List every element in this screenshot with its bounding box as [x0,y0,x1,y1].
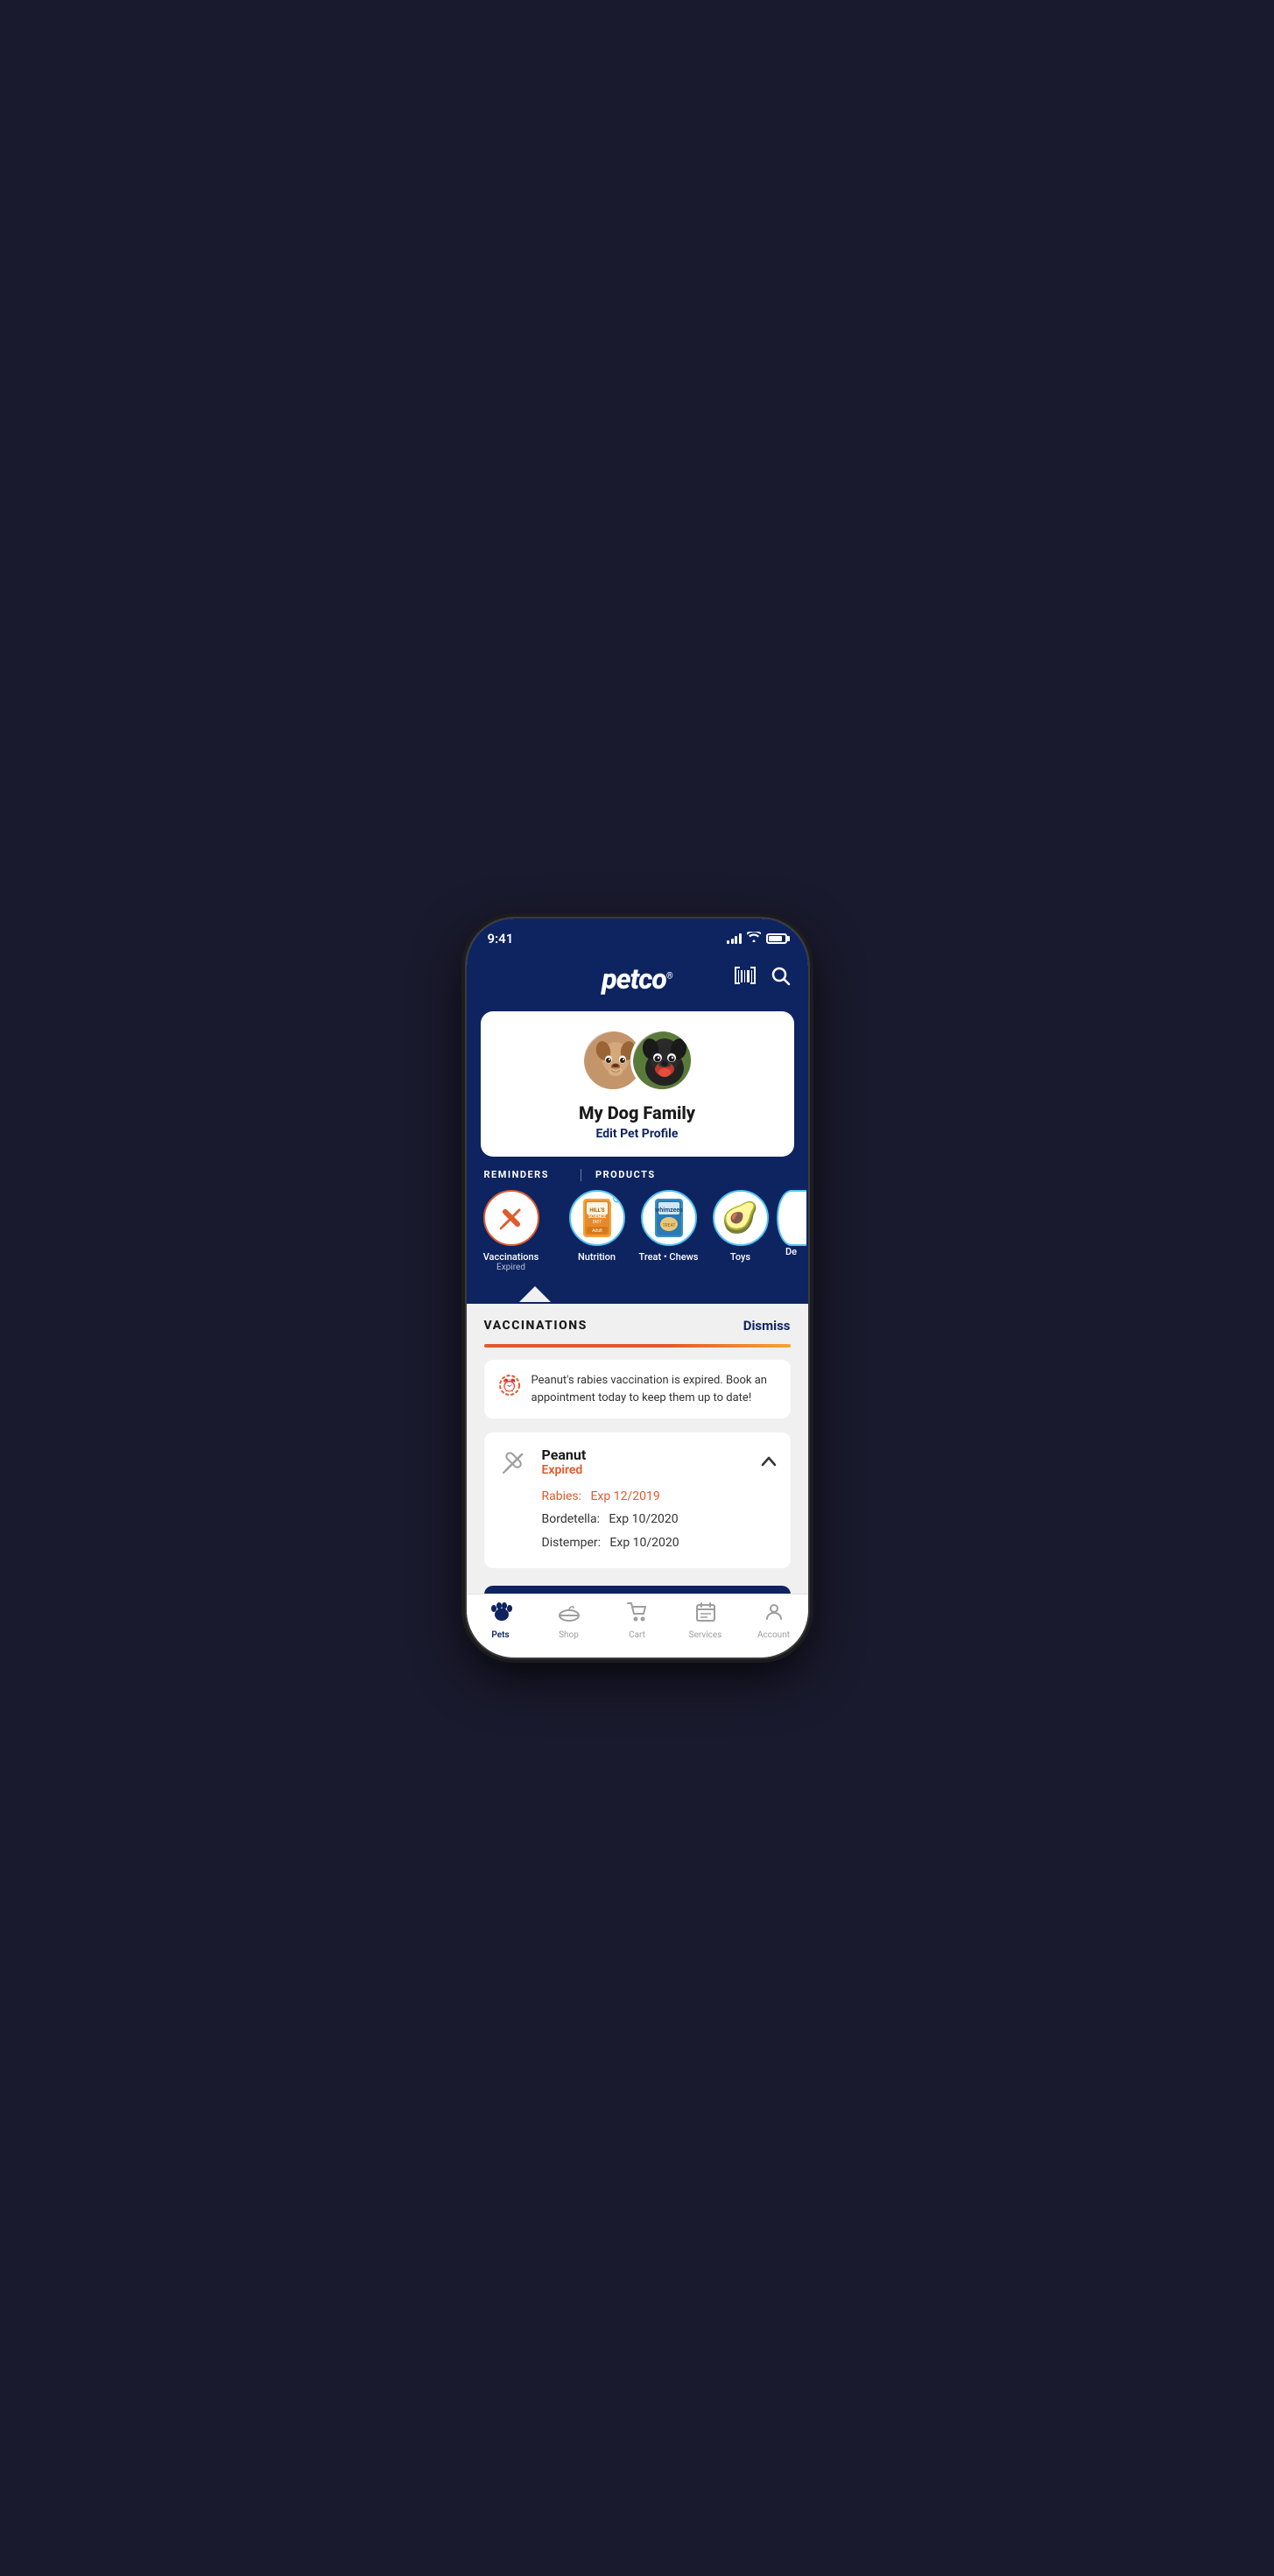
vaccine-status: Expired [542,1463,750,1477]
vaccinations-sublabel: Expired [496,1263,525,1272]
reminders-label: REMINDERS [484,1169,550,1181]
product-item-vaccinations[interactable]: Vaccinations Expired [475,1190,547,1272]
nav-label-cart: Cart [629,1630,645,1640]
nav-label-account: Account [757,1630,790,1640]
nutrition-label: Nutrition [578,1251,616,1263]
nav-item-services[interactable]: Services [679,1601,732,1640]
vaccine-pet-name: Peanut [542,1446,750,1463]
product-item-toys[interactable]: 🥑 Toys [705,1190,777,1272]
phone-screen: 9:41 petco® [467,918,808,1658]
vaccine-item-rabies: Rabies: Exp 12/2019 [542,1487,777,1506]
products-label: PRODUCTS [595,1169,656,1181]
partial-product-circle [777,1190,806,1246]
svg-text:DIET: DIET [592,1220,602,1225]
toys-circle[interactable]: 🥑 [713,1190,769,1246]
chevron-up-icon[interactable] [761,1453,777,1471]
vaccine-pet-info: Peanut Expired [542,1446,750,1477]
pet-family-name: My Dog Family [579,1102,695,1123]
svg-text:Adult: Adult [592,1228,602,1234]
product-item-treat-chews[interactable]: whimzees TREAT Treat • Chews [633,1190,705,1272]
nav-item-cart[interactable]: Cart [611,1601,664,1640]
nav-item-account[interactable]: Account [748,1601,800,1640]
vacc-panel-title: VACCINATIONS [484,1319,588,1333]
progress-indicator [484,1344,791,1348]
status-time: 9:41 [488,931,514,947]
nav-label-services: Services [689,1630,722,1640]
svg-text:TREAT: TREAT [662,1223,675,1228]
scroll-content[interactable]: My Dog Family Edit Pet Profile REMINDERS… [467,1011,808,1642]
svg-text:⏰: ⏰ [502,1377,517,1393]
app-header: petco® [467,952,808,1011]
alert-box: ⏰ Peanut's rabies vaccination is expired… [484,1360,791,1418]
treat-chews-label: Treat • Chews [639,1251,699,1263]
status-bar: 9:41 [467,918,808,952]
caret-up-indicator [519,1286,551,1302]
vaccine-record-header: Peanut Expired [498,1445,777,1478]
vaccinations-panel: VACCINATIONS Dismiss ⏰ Peanut's rabies v… [467,1304,808,1642]
alert-text: Peanut's rabies vaccination is expired. … [531,1372,777,1406]
status-right [727,932,787,946]
header-icons [735,967,791,991]
battery-icon [766,933,787,944]
pet-profile-card: My Dog Family Edit Pet Profile [481,1011,794,1157]
toys-emoji: 🥑 [721,1200,758,1235]
bowl-icon [558,1601,581,1628]
vaccination-circle[interactable] [483,1190,539,1246]
syringe-icon [498,1445,531,1478]
refresh-badge [609,1190,625,1206]
nav-label-pets: Pets [491,1630,509,1640]
paw-icon [489,1601,512,1628]
nav-item-pets[interactable]: Pets [475,1601,527,1640]
clock-alert-icon: ⏰ [498,1374,521,1402]
svg-text:whimzees: whimzees [655,1207,683,1214]
nav-label-shop: Shop [559,1630,579,1640]
svg-text:HILL'S: HILL'S [589,1207,604,1214]
products-scroll[interactable]: Vaccinations Expired [467,1190,808,1286]
nutrition-circle[interactable]: HILL'S SCIENCE DIET Adult [569,1190,625,1246]
vaccine-item-distemper: Distemper: Exp 10/2020 [542,1533,777,1552]
signal-icon [727,933,742,944]
toys-label: Toys [730,1251,750,1263]
pet-avatars [581,1029,693,1092]
products-section: REMINDERS PRODUCTS [467,1157,808,1286]
cart-icon [626,1601,649,1628]
dismiss-button[interactable]: Dismiss [743,1318,791,1334]
section-labels: REMINDERS PRODUCTS [467,1169,808,1181]
edit-pet-link[interactable]: Edit Pet Profile [596,1127,679,1141]
wifi-icon [747,932,761,946]
vaccine-item-bordetella: Bordetella: Exp 10/2020 [542,1510,777,1529]
pet-avatar-2[interactable] [630,1029,693,1092]
treat-chews-circle[interactable]: whimzees TREAT [641,1190,697,1246]
product-item-partial[interactable]: De [777,1190,806,1272]
caret-container [467,1286,808,1304]
bottom-nav: Pets Shop [467,1594,808,1658]
nav-item-shop[interactable]: Shop [543,1601,595,1640]
barcode-scan-icon[interactable] [735,967,757,991]
calendar-icon [695,1601,716,1628]
vacc-panel-header: VACCINATIONS Dismiss [484,1318,791,1334]
search-icon[interactable] [771,967,791,991]
vaccinations-label: Vaccinations [483,1251,539,1263]
account-icon [764,1601,785,1628]
petco-logo: petco® [602,962,672,996]
product-item-nutrition[interactable]: HILL'S SCIENCE DIET Adult Nutrition [561,1190,633,1272]
vaccine-record-card: Peanut Expired Rabies: Exp 12/2019 Borde… [484,1432,791,1568]
phone-frame: 9:41 petco® [467,918,808,1658]
partial-label: De [785,1246,797,1257]
vaccine-list: Rabies: Exp 12/2019 Bordetella: Exp 10/2… [498,1487,777,1552]
